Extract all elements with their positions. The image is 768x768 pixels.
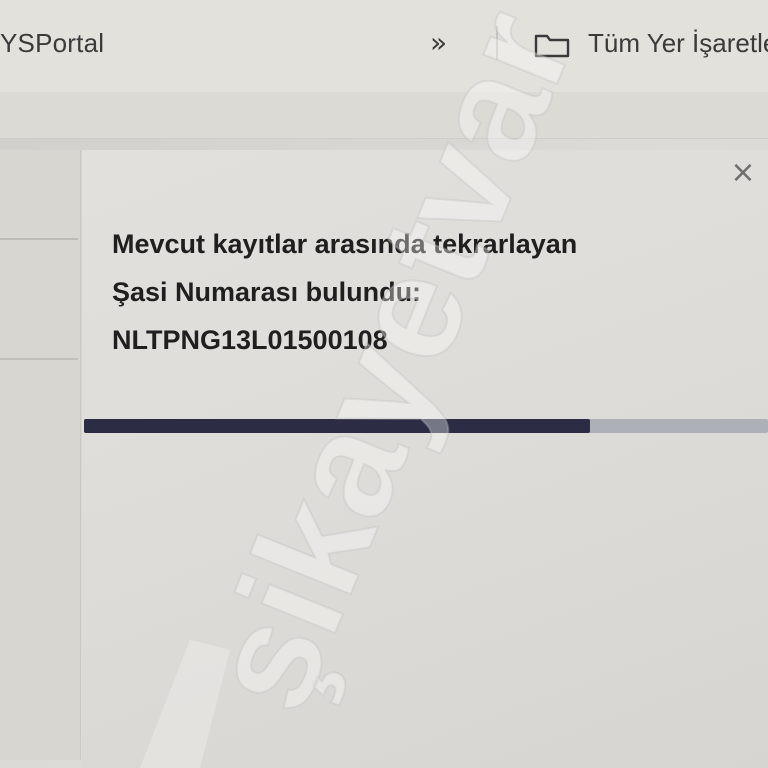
dialog-timer-progress-fill <box>84 419 591 433</box>
bookmark-ysportal[interactable]: YSPortal <box>0 28 104 59</box>
left-panel-divider <box>0 358 78 360</box>
folder-icon <box>534 34 570 58</box>
chassis-number: NLTPNG13L01500108 <box>112 325 388 355</box>
message-line-1: Mevcut kayıtlar arasında tekrarlayan <box>112 229 578 259</box>
bookmarks-separator <box>496 26 498 60</box>
dialog-timer-progress <box>84 419 768 433</box>
message-line-2: Şasi Numarası bulundu: <box>112 277 422 307</box>
bookmarks-bar: YSPortal » Tüm Yer İşaretle <box>0 0 768 93</box>
page-toolbar-strip <box>0 92 768 139</box>
dialog-message: Mevcut kayıtlar arasında tekrarlayan Şas… <box>112 220 732 364</box>
all-bookmarks-button[interactable]: Tüm Yer İşaretle <box>588 28 768 59</box>
left-panel <box>0 150 81 760</box>
double-chevron-right-icon[interactable]: » <box>430 26 447 59</box>
left-panel-divider <box>0 238 78 240</box>
close-icon[interactable]: × <box>728 156 758 190</box>
